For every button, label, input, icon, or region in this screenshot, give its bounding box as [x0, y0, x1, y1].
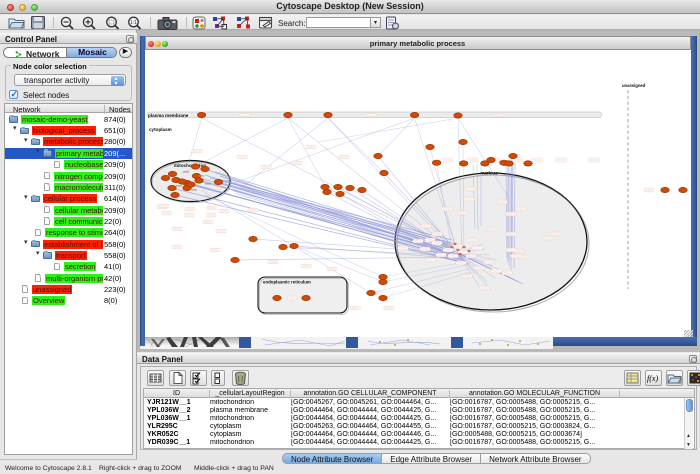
svg-text:1:1: 1:1: [130, 20, 137, 26]
svg-text:unassigned: unassigned: [622, 83, 646, 88]
svg-text:nucleus: nucleus: [480, 171, 498, 176]
svg-text:endoplasmic reticulum: endoplasmic reticulum: [263, 280, 311, 285]
svg-text:plasma membrane: plasma membrane: [148, 113, 189, 118]
svg-text:cytoplasm: cytoplasm: [149, 127, 172, 132]
svg-text:f(x): f(x): [647, 374, 658, 383]
